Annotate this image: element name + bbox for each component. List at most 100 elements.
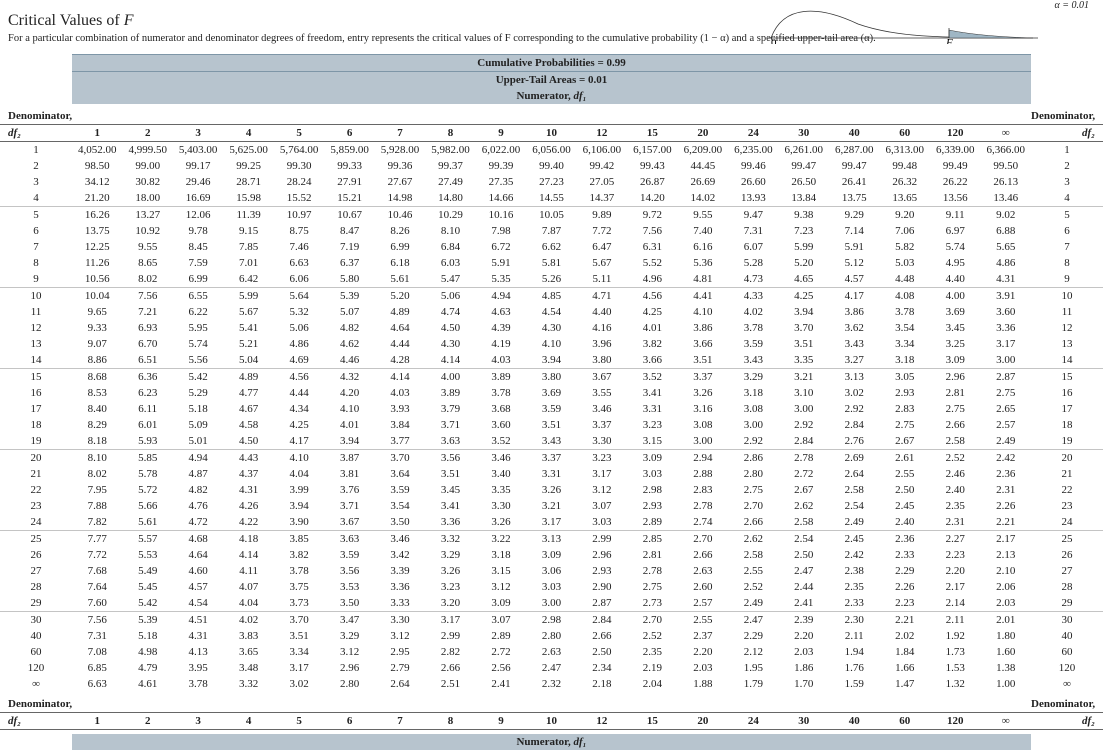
cell: 6.31 [627, 239, 677, 255]
cell: 4.14 [223, 547, 273, 563]
cell: 6.72 [476, 239, 526, 255]
table-row: 334.1230.8229.4628.7128.2427.9127.6727.4… [0, 174, 1103, 190]
page-title: Critical Values of F [0, 0, 1103, 32]
cell: 99.43 [627, 158, 677, 174]
cell: 2.66 [425, 660, 475, 676]
cell: 99.49 [930, 158, 980, 174]
cell: 3.29 [324, 628, 374, 644]
cell: 5,928.00 [375, 141, 425, 158]
df-left: 22 [0, 482, 72, 498]
cell: 8.53 [72, 385, 122, 401]
cell: 3.86 [829, 304, 879, 320]
cell: 5.32 [274, 304, 324, 320]
cell: 2.73 [627, 595, 677, 612]
cell: 2.93 [627, 498, 677, 514]
cell: 6.23 [122, 385, 172, 401]
df-left: 1 [0, 141, 72, 158]
cell: 4.26 [223, 498, 273, 514]
df-right: 17 [1031, 401, 1103, 417]
cell: 3.45 [425, 482, 475, 498]
cell: 4.20 [324, 385, 374, 401]
col-header-10: 10 [526, 124, 576, 141]
cell: 7.56 [627, 223, 677, 239]
cell: 4.17 [274, 433, 324, 450]
cell: 3.26 [425, 563, 475, 579]
cell: 3.80 [526, 368, 576, 385]
df-left: 11 [0, 304, 72, 320]
cell: 2.36 [980, 466, 1031, 482]
df-right: 10 [1031, 287, 1103, 304]
cell: 4.94 [173, 449, 223, 466]
cell: 2.75 [980, 385, 1031, 401]
cell: 5.21 [223, 336, 273, 352]
cell: 2.83 [678, 482, 728, 498]
cell: 2.99 [577, 530, 627, 547]
cell: 4.01 [627, 320, 677, 336]
cell: 2.83 [880, 401, 930, 417]
cell: 14.37 [577, 190, 627, 207]
cell: 99.30 [274, 158, 324, 174]
cell: 13.93 [728, 190, 778, 207]
cell: 3.07 [577, 498, 627, 514]
cell: 3.63 [425, 433, 475, 450]
cell: 2.87 [980, 368, 1031, 385]
table-row: 910.568.026.996.426.065.805.615.475.355.… [0, 271, 1103, 288]
cell: 5.67 [223, 304, 273, 320]
cell: 99.25 [223, 158, 273, 174]
cell: 5.80 [324, 271, 374, 288]
table-row: 298.5099.0099.1799.2599.3099.3399.3699.3… [0, 158, 1103, 174]
cell: 12.06 [173, 206, 223, 223]
cell: 3.78 [173, 676, 223, 692]
cell: 13.46 [980, 190, 1031, 207]
col-footer-4: 4 [223, 712, 273, 729]
cell: 5.06 [425, 287, 475, 304]
cell: 2.33 [829, 595, 879, 612]
cell: 2.55 [880, 466, 930, 482]
col-header-40: 40 [829, 124, 879, 141]
cell: 2.74 [678, 514, 728, 531]
cell: 2.06 [980, 579, 1031, 595]
cell: 2.82 [425, 644, 475, 660]
cell: 9.47 [728, 206, 778, 223]
cell: 1.59 [829, 676, 879, 692]
cell: 3.17 [980, 336, 1031, 352]
cell: 2.36 [880, 530, 930, 547]
cell: 6.55 [173, 287, 223, 304]
cell: 3.31 [627, 401, 677, 417]
cell: 10.97 [274, 206, 324, 223]
cell: 4.76 [173, 498, 223, 514]
cell: 44.45 [678, 158, 728, 174]
cell: 4.56 [274, 368, 324, 385]
cell: 3.43 [526, 433, 576, 450]
df2-left: df₂ [0, 124, 72, 141]
cell: 99.46 [728, 158, 778, 174]
cell: 2.55 [728, 563, 778, 579]
cell: 2.44 [779, 579, 829, 595]
cell: 4.54 [526, 304, 576, 320]
cell: 4.44 [375, 336, 425, 352]
cell: 4.94 [476, 287, 526, 304]
cell: 3.10 [779, 385, 829, 401]
cell: 4.19 [476, 336, 526, 352]
cell: 2.30 [829, 611, 879, 628]
cell: 2.96 [930, 368, 980, 385]
cell: 99.48 [880, 158, 930, 174]
cell: 5,625.00 [223, 141, 273, 158]
cell: 2.66 [577, 628, 627, 644]
cell: 4.61 [122, 676, 172, 692]
cell: 6.99 [375, 239, 425, 255]
cell: 2.90 [577, 579, 627, 595]
col-header-24: 24 [728, 124, 778, 141]
cell: 2.14 [930, 595, 980, 612]
cell: 3.78 [880, 304, 930, 320]
df-right: 28 [1031, 579, 1103, 595]
cell: 2.60 [678, 579, 728, 595]
cell: 3.78 [728, 320, 778, 336]
cell: 3.82 [627, 336, 677, 352]
cell: 3.13 [526, 530, 576, 547]
cell: 4.10 [526, 336, 576, 352]
df-left: 10 [0, 287, 72, 304]
cell: 3.41 [627, 385, 677, 401]
cell: 3.66 [678, 336, 728, 352]
df-left: 18 [0, 417, 72, 433]
